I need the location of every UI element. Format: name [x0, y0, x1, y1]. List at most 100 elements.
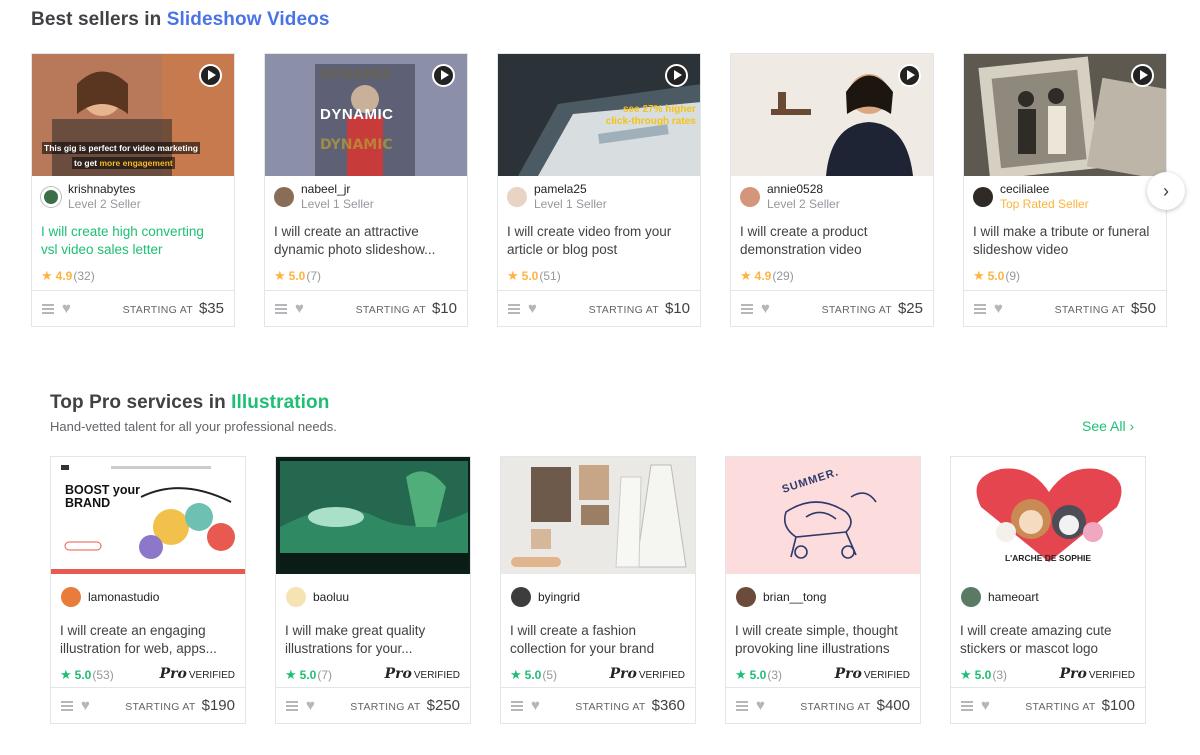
price[interactable]: STARTING AT $190 — [125, 697, 235, 714]
carousel-next-button[interactable]: › — [1147, 172, 1185, 210]
gig-card[interactable]: see 27% higher click-through rates pamel… — [497, 53, 701, 327]
section-title-top-pro: Top Pro services in Illustration — [50, 392, 329, 414]
seller-name[interactable]: baoluu — [313, 590, 349, 605]
gig-thumbnail[interactable] — [501, 457, 695, 574]
heart-icon[interactable]: ♥ — [528, 301, 537, 316]
gig-title[interactable]: I will make a tribute or funeral slidesh… — [973, 223, 1156, 258]
price[interactable]: STARTING AT $10 — [589, 300, 690, 317]
rating-count: (51) — [539, 269, 561, 283]
menu-icon[interactable] — [42, 303, 54, 314]
avatar[interactable] — [507, 187, 527, 207]
gig-card[interactable]: DYNAMIC DYNAMIC DYNAMIC nabeel_jr Level … — [264, 53, 468, 327]
avatar[interactable] — [61, 587, 81, 607]
price[interactable]: STARTING AT $360 — [575, 697, 685, 714]
play-icon[interactable] — [432, 64, 455, 87]
seller-info: cecilialee Top Rated Seller — [973, 182, 1089, 212]
avatar[interactable] — [41, 187, 61, 207]
seller-name[interactable]: lamonastudio — [88, 590, 159, 605]
gig-thumbnail[interactable]: BOOST your BRAND — [51, 457, 245, 574]
heart-icon[interactable]: ♥ — [994, 301, 1003, 316]
avatar[interactable] — [511, 587, 531, 607]
category-link-slideshow-videos[interactable]: Slideshow Videos — [167, 9, 330, 30]
gig-thumbnail[interactable]: L'ARCHE DE SOPHIE — [951, 457, 1145, 574]
price[interactable]: STARTING AT $400 — [800, 697, 910, 714]
gig-thumbnail[interactable]: see 27% higher click-through rates — [498, 54, 700, 176]
avatar[interactable] — [973, 187, 993, 207]
seller-name[interactable]: hameoart — [988, 590, 1039, 605]
menu-icon[interactable] — [286, 700, 298, 711]
heart-icon[interactable]: ♥ — [306, 698, 315, 713]
menu-icon[interactable] — [741, 303, 753, 314]
avatar[interactable] — [274, 187, 294, 207]
price[interactable]: STARTING AT $100 — [1025, 697, 1135, 714]
heart-icon[interactable]: ♥ — [756, 698, 765, 713]
pro-gig-card[interactable]: L'ARCHE DE SOPHIE hameoart I will create… — [950, 456, 1146, 724]
rating-count: (3) — [992, 668, 1008, 682]
menu-icon[interactable] — [61, 700, 73, 711]
menu-icon[interactable] — [511, 700, 523, 711]
gig-title[interactable]: I will make great quality illustrations … — [285, 622, 460, 657]
seller-name[interactable]: brian__tong — [763, 590, 826, 605]
avatar[interactable] — [736, 587, 756, 607]
seller-name[interactable]: krishnabytes — [68, 182, 141, 197]
see-all-link[interactable]: See All › — [1082, 418, 1134, 434]
price[interactable]: STARTING AT $250 — [350, 697, 460, 714]
gig-card[interactable]: annie0528 Level 2 Seller I will create a… — [730, 53, 934, 327]
heart-icon[interactable]: ♥ — [531, 698, 540, 713]
gig-thumbnail[interactable] — [731, 54, 933, 176]
heart-icon[interactable]: ♥ — [761, 301, 770, 316]
gig-thumbnail[interactable]: SUMMER. — [726, 457, 920, 574]
seller-name[interactable]: annie0528 — [767, 182, 840, 197]
menu-icon[interactable] — [974, 303, 986, 314]
menu-icon[interactable] — [508, 303, 520, 314]
price-value: $35 — [198, 300, 224, 317]
thumbnail-caption: see 27% higher click-through rates — [605, 104, 696, 127]
avatar[interactable] — [961, 587, 981, 607]
play-icon[interactable] — [665, 64, 688, 87]
play-icon[interactable] — [898, 64, 921, 87]
seller-name[interactable]: nabeel_jr — [301, 182, 374, 197]
gig-card[interactable]: This gig is perfect for video marketing … — [31, 53, 235, 327]
pro-gig-card[interactable]: BOOST your BRAND lamonastudio I will cre… — [50, 456, 246, 724]
rating: ★ 5.0 (51) — [507, 268, 561, 284]
card-footer: ♥ STARTING AT $35 — [32, 290, 234, 326]
avatar[interactable] — [740, 187, 760, 207]
pro-gig-card[interactable]: baoluu I will make great quality illustr… — [275, 456, 471, 724]
rating-count: (5) — [542, 668, 558, 682]
gig-title[interactable]: I will create video from your article or… — [507, 223, 690, 258]
gig-thumbnail[interactable] — [964, 54, 1166, 176]
price[interactable]: STARTING AT $50 — [1055, 300, 1156, 317]
gig-title[interactable]: I will create simple, thought provoking … — [735, 622, 910, 657]
gig-thumbnail[interactable]: This gig is perfect for video marketing … — [32, 54, 234, 176]
gig-thumbnail[interactable] — [276, 457, 470, 574]
gig-title[interactable]: I will create amazing cute stickers or m… — [960, 622, 1135, 657]
gig-title[interactable]: I will create an attractive dynamic phot… — [274, 223, 457, 258]
avatar[interactable] — [286, 587, 306, 607]
menu-icon[interactable] — [961, 700, 973, 711]
category-link-illustration[interactable]: Illustration — [231, 392, 329, 413]
thumbnail-image — [501, 457, 695, 574]
heart-icon[interactable]: ♥ — [81, 698, 90, 713]
seller-name[interactable]: cecilialee — [1000, 182, 1089, 197]
play-icon[interactable] — [1131, 64, 1154, 87]
gig-title[interactable]: I will create a product demonstration vi… — [740, 223, 923, 258]
heart-icon[interactable]: ♥ — [981, 698, 990, 713]
gig-title[interactable]: I will create a fashion collection for y… — [510, 622, 685, 657]
pro-gig-card[interactable]: SUMMER. brian__tong I will create simple… — [725, 456, 921, 724]
seller-name[interactable]: pamela25 — [534, 182, 607, 197]
gig-thumbnail[interactable]: DYNAMIC DYNAMIC DYNAMIC — [265, 54, 467, 176]
heart-icon[interactable]: ♥ — [295, 301, 304, 316]
menu-icon[interactable] — [275, 303, 287, 314]
price[interactable]: STARTING AT $25 — [822, 300, 923, 317]
gig-title[interactable]: I will create an engaging illustration f… — [60, 622, 235, 657]
gig-card[interactable]: cecilialee Top Rated Seller I will make … — [963, 53, 1167, 327]
seller-name[interactable]: byingrid — [538, 590, 580, 605]
pro-verified-badge: Pro VERIFIED — [609, 666, 685, 682]
gig-title[interactable]: I will create high converting vsl video … — [41, 223, 224, 258]
price[interactable]: STARTING AT $35 — [123, 300, 224, 317]
pro-gig-card[interactable]: byingrid I will create a fashion collect… — [500, 456, 696, 724]
price[interactable]: STARTING AT $10 — [356, 300, 457, 317]
play-icon[interactable] — [199, 64, 222, 87]
menu-icon[interactable] — [736, 700, 748, 711]
heart-icon[interactable]: ♥ — [62, 301, 71, 316]
